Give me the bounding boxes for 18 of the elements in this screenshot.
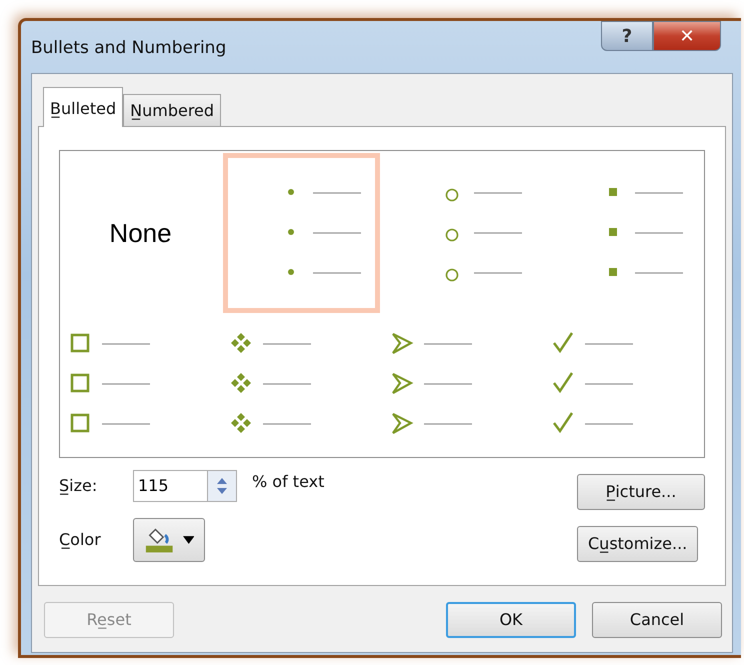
window-title: Bullets and Numbering — [31, 37, 226, 60]
color-label: C̲olor — [59, 529, 102, 551]
caret-icon — [182, 536, 194, 544]
action-button[interactable]: P̲icture... — [577, 474, 705, 510]
dialog-button[interactable]: Cancel — [592, 602, 722, 638]
help-button[interactable]: ? — [601, 21, 653, 51]
close-button[interactable]: ✕ — [653, 21, 721, 51]
spin-button[interactable] — [207, 470, 237, 502]
size-suffix: % of text — [252, 471, 324, 493]
paint-bucket-icon — [144, 526, 175, 554]
size-label: S̲ize: — [59, 475, 98, 497]
tab[interactable]: B̲ulleted — [43, 87, 124, 127]
action-button[interactable]: Cu̲stomize... — [577, 526, 698, 562]
tab[interactable]: N̲umbered — [123, 94, 222, 126]
dialog-button[interactable]: OK — [446, 602, 576, 638]
color-dropdown[interactable] — [133, 518, 205, 562]
size-field[interactable]: 115 — [133, 470, 207, 502]
bullet-style-option[interactable] — [223, 153, 380, 313]
